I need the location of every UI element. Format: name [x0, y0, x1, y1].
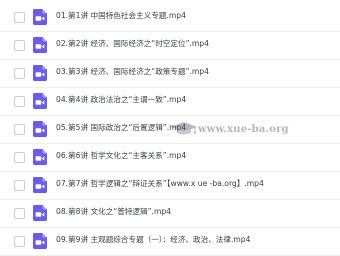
- video-file-icon: [33, 121, 47, 137]
- row-checkbox[interactable]: [14, 180, 25, 191]
- row-checkbox[interactable]: [14, 40, 25, 51]
- file-row[interactable]: 08.第8讲 文化之“普特逻辑”.mp4: [0, 200, 340, 228]
- video-file-icon: [33, 177, 47, 193]
- watermark-text: www.xue-ba.org: [198, 124, 289, 135]
- video-file-icon: [33, 37, 47, 53]
- file-row[interactable]: 06.第6讲 哲学文化之“主客关系”.mp4: [0, 144, 340, 172]
- file-row[interactable]: 03.第3讲 经济、国际经济之“政策专题”.mp4: [0, 60, 340, 88]
- video-file-icon: [33, 233, 47, 249]
- file-name[interactable]: 03.第3讲 经济、国际经济之“政策专题”.mp4: [56, 66, 209, 78]
- file-name[interactable]: 06.第6讲 哲学文化之“主客关系”.mp4: [56, 150, 186, 162]
- video-file-icon: [33, 9, 47, 25]
- row-checkbox[interactable]: [14, 96, 25, 107]
- row-checkbox[interactable]: [14, 68, 25, 79]
- file-name[interactable]: 02.第2讲 经济、国际经济之“时空定位”.mp4: [56, 38, 209, 50]
- file-name[interactable]: 08.第8讲 文化之“普特逻辑”.mp4: [56, 206, 171, 218]
- file-name[interactable]: 04.第4讲 政治法治之“主谓一致”.mp4: [56, 94, 186, 106]
- watermark: www.xue-ba.org: [168, 118, 289, 142]
- file-row[interactable]: 02.第2讲 经济、国际经济之“时空定位”.mp4: [0, 32, 340, 60]
- row-checkbox[interactable]: [14, 208, 25, 219]
- file-row[interactable]: 07.第7讲 哲学逻辑之“辩证关系”【www.x ue -ba.org】.mp4: [0, 172, 340, 200]
- graduation-cap-icon: [171, 122, 197, 135]
- row-checkbox[interactable]: [14, 152, 25, 163]
- video-file-icon: [33, 205, 47, 221]
- file-row[interactable]: 01.第1讲 中国特色社会主义专题.mp4: [0, 4, 340, 32]
- file-row[interactable]: 04.第4讲 政治法治之“主谓一致”.mp4: [0, 88, 340, 116]
- video-file-icon: [33, 149, 47, 165]
- file-name[interactable]: 05.第5讲 国际政治之“后置逻辑”.mp4: [56, 122, 186, 134]
- row-checkbox[interactable]: [14, 236, 25, 247]
- video-file-icon: [33, 65, 47, 81]
- video-file-icon: [33, 93, 47, 109]
- file-name[interactable]: 01.第1讲 中国特色社会主义专题.mp4: [56, 10, 186, 22]
- file-name[interactable]: 07.第7讲 哲学逻辑之“辩证关系”【www.x ue -ba.org】.mp4: [56, 178, 264, 190]
- file-name[interactable]: 09.第9讲 主观题综合专题（一）：经济、政治、法律.mp4: [56, 234, 250, 246]
- row-checkbox[interactable]: [14, 12, 25, 23]
- row-checkbox[interactable]: [14, 124, 25, 135]
